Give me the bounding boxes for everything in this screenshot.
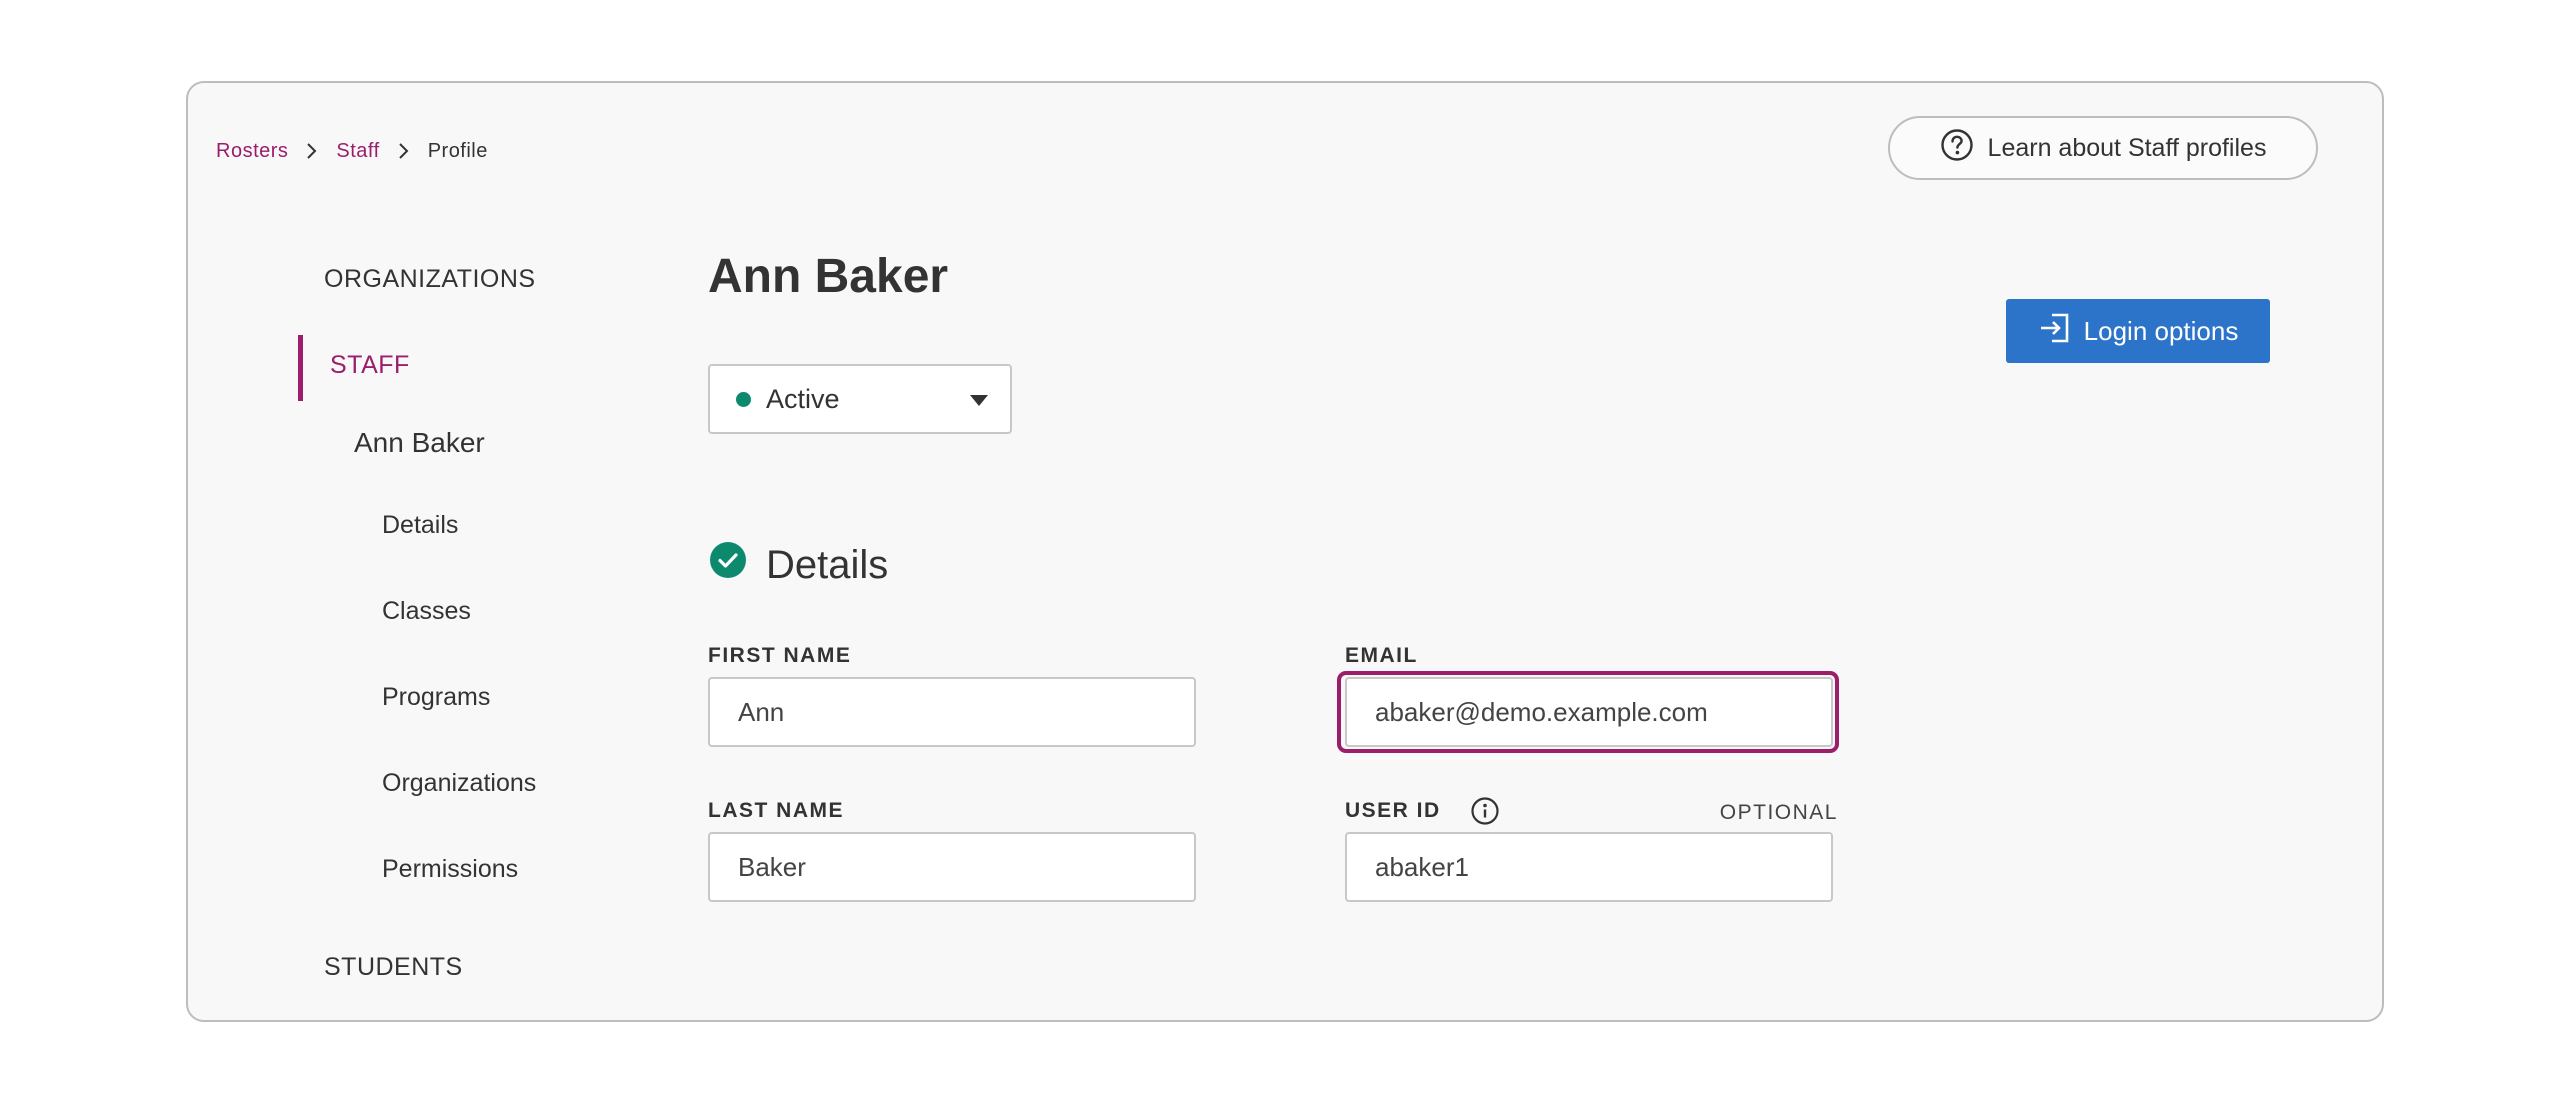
- check-circle-icon: [710, 542, 746, 588]
- breadcrumb-rosters-link[interactable]: Rosters: [216, 140, 288, 163]
- first-name-input[interactable]: [708, 677, 1196, 747]
- learn-about-staff-profiles-button[interactable]: Learn about Staff profiles: [1888, 116, 2318, 180]
- email-input[interactable]: [1345, 677, 1833, 747]
- sidebar-item-organizations[interactable]: ORGANIZATIONS: [324, 265, 536, 294]
- sidebar-item-details[interactable]: Details: [382, 511, 458, 540]
- status-dot-icon: [736, 391, 751, 407]
- first-name-label: FIRST NAME: [708, 644, 852, 667]
- optional-label: OPTIONAL: [1719, 801, 1838, 824]
- user-id-input[interactable]: [1345, 832, 1833, 902]
- sidebar-item-organizations-sub[interactable]: Organizations: [382, 769, 536, 798]
- help-button-label: Learn about Staff profiles: [1987, 133, 2267, 162]
- breadcrumb-current: Profile: [427, 139, 488, 162]
- login-options-button[interactable]: Login options: [2006, 299, 2270, 363]
- breadcrumb-staff-link[interactable]: Staff: [336, 140, 379, 163]
- caret-down-icon: [970, 395, 988, 406]
- login-options-label: Login options: [2083, 315, 2239, 346]
- last-name-input[interactable]: [708, 832, 1196, 902]
- details-section-heading: Details: [710, 542, 888, 588]
- page-title: Ann Baker: [708, 250, 949, 303]
- last-name-label: LAST NAME: [708, 799, 844, 822]
- question-circle-icon: [1940, 128, 1974, 169]
- chevron-right-icon: [288, 139, 336, 163]
- breadcrumb: Rosters Staff Profile: [216, 139, 488, 163]
- chevron-right-icon: [380, 139, 428, 163]
- sidebar-item-classes[interactable]: Classes: [382, 597, 471, 626]
- sidebar-item-ann-baker[interactable]: Ann Baker: [354, 427, 485, 459]
- sidebar-item-staff[interactable]: STAFF: [330, 351, 410, 380]
- status-value: Active: [766, 383, 840, 414]
- sign-in-icon: [2038, 311, 2072, 352]
- status-select[interactable]: Active: [708, 364, 1012, 434]
- sidebar-active-indicator: [298, 335, 303, 401]
- details-heading-text: Details: [766, 542, 889, 587]
- sidebar-item-permissions[interactable]: Permissions: [382, 855, 518, 884]
- info-icon[interactable]: [1470, 796, 1500, 831]
- email-label: EMAIL: [1345, 644, 1418, 667]
- user-id-label: USER ID: [1345, 799, 1441, 822]
- profile-panel: Rosters Staff Profile Learn about Staff …: [186, 81, 2384, 1022]
- sidebar-item-students[interactable]: STUDENTS: [324, 953, 463, 982]
- sidebar-item-programs[interactable]: Programs: [382, 683, 490, 712]
